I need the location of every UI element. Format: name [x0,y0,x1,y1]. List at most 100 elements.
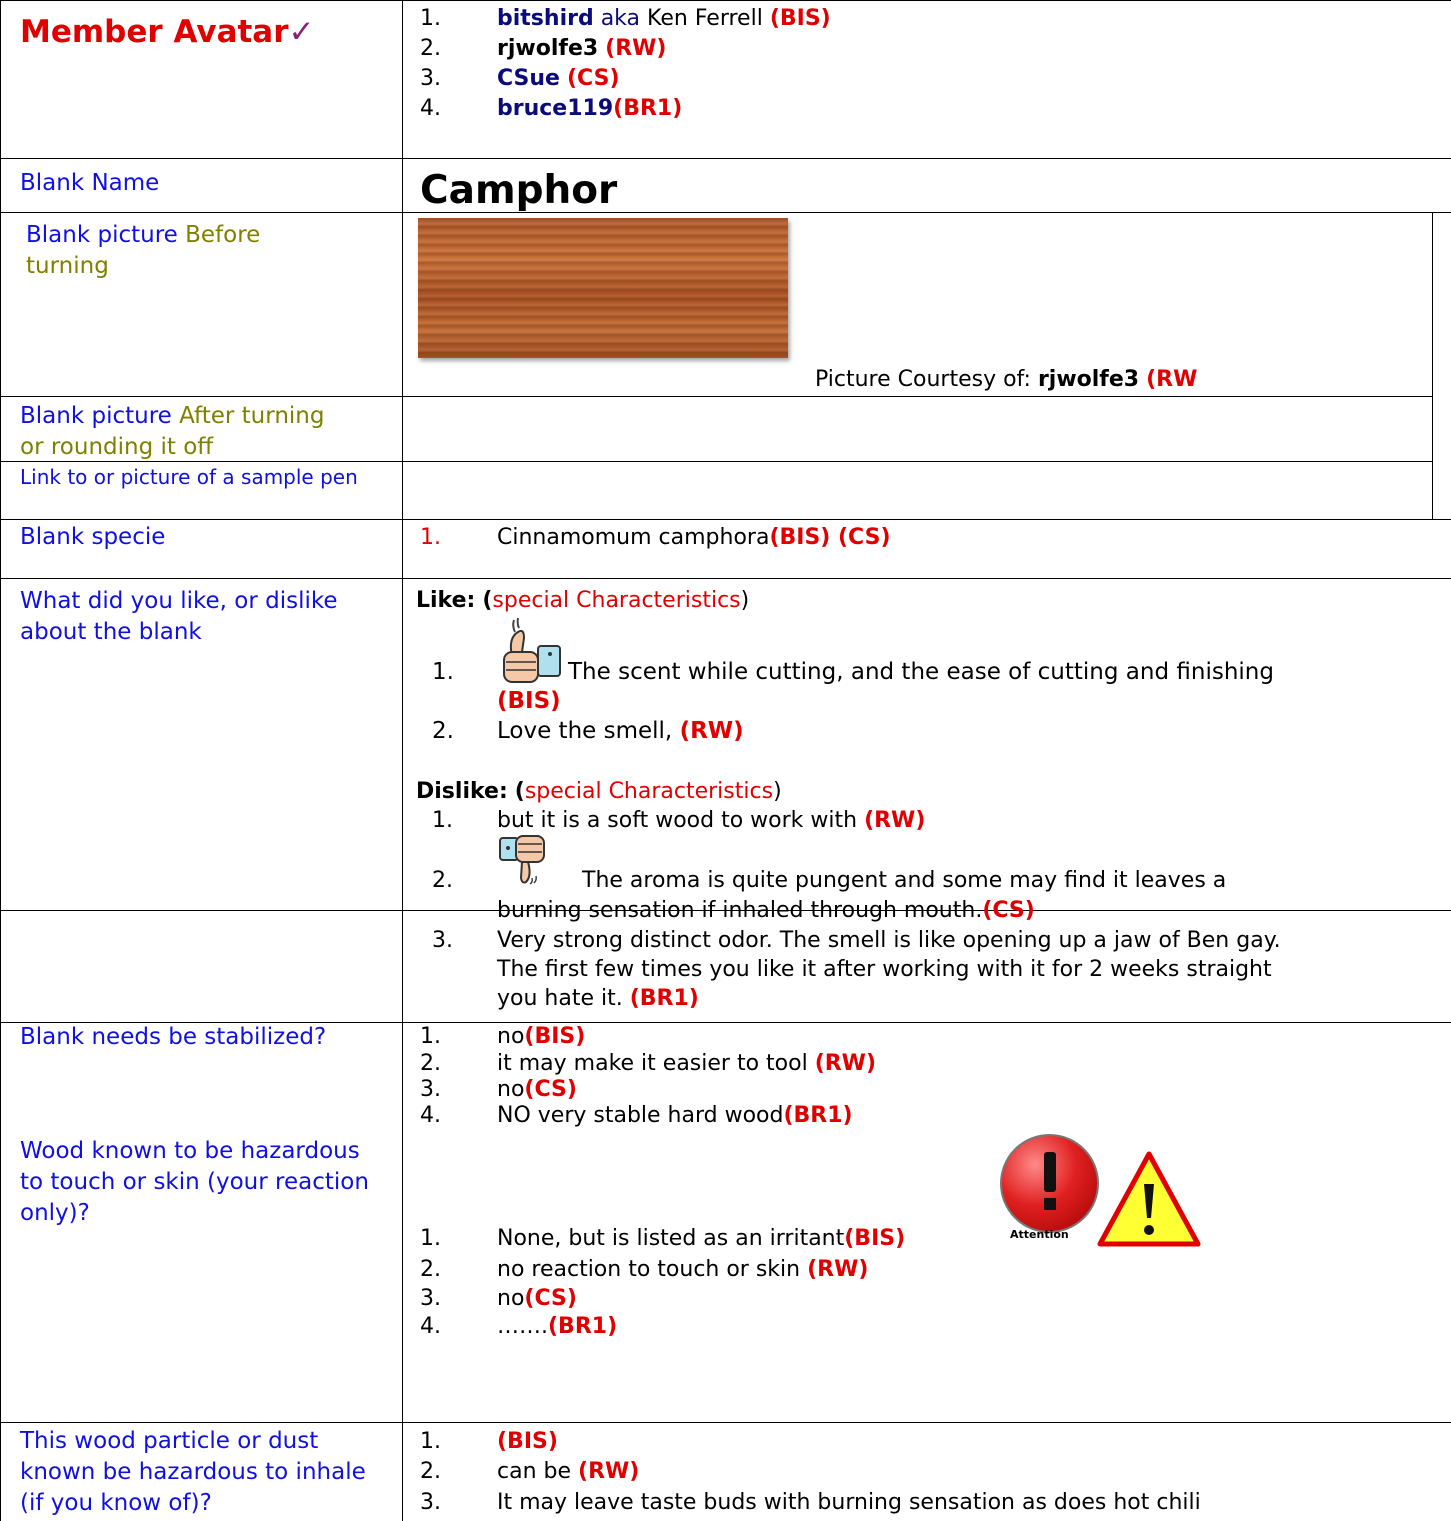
paren: ( [482,588,493,613]
member-real-name: Ken Ferrell [647,6,763,31]
courtesy-name: rjwolfe3 [1037,367,1140,392]
item-text: It may leave taste buds with burning sen… [497,1490,1201,1515]
item-text: can be [497,1459,579,1484]
hazard-touch-item: None, but is listed as an irritant(BIS) [497,1224,905,1254]
row-divider [0,0,1451,1]
list-number: 2. [420,1459,441,1484]
list-number: 3. [420,66,441,91]
list-number: 3. [420,1490,441,1515]
wood-blank-image [418,218,788,358]
label-part: Blank picture [20,403,172,429]
dislike-item-text: burning sensation if inhaled through mou… [497,898,983,923]
item-tag: (RW) [814,1051,877,1076]
member-tag: (BIS) [769,6,831,31]
label-sample-pen: Link to or picture of a sample pen [20,465,358,489]
list-number: 4. [420,96,441,121]
hazard-touch-item: no(CS) [497,1284,577,1314]
label-part: or rounding it off [20,434,214,460]
member-entry: bruce119(BR1) [497,94,682,124]
paren: ) [773,779,782,804]
attention-label: Attention [1010,1228,1069,1241]
like-item-text: The scent while cutting, and the ease of… [568,659,1274,685]
member-entry: CSue (CS) [497,64,620,94]
stabilized-item: NO very stable hard wood(BR1) [497,1101,853,1131]
label-hazard-inhale: This wood particle or dust known be haza… [20,1428,366,1516]
hazard-inhale-item: can be (RW) [497,1457,639,1487]
stabilized-item: no(BIS) [497,1022,585,1052]
member-tag: (RW) [605,36,667,61]
dislike-item-tag: (RW) [864,808,926,833]
row-divider [0,1422,1451,1423]
list-number: 1. [420,525,441,550]
member-username: CSue [497,66,560,91]
specie-value: Cinnamomum camphora(BIS) (CS) [497,523,891,553]
like-item: Love the smell, (RW) [497,716,744,746]
item-text: NO very stable hard wood [497,1103,784,1128]
dislike-item-text: The first few times you like it after wo… [497,957,1272,982]
label-like-dislike: What did you like, or dislike about the … [20,588,338,645]
warning-triangle-icon [1097,1151,1201,1247]
item-tag: (BR1) [548,1314,618,1339]
hazard-inhale-item: (BIS) [497,1427,558,1457]
label-part: turning [26,253,109,279]
list-number: 2. [432,718,454,744]
item-text: it may make it easier to tool [497,1051,815,1076]
label-hazard-touch: Wood known to be hazardous to touch or s… [20,1138,369,1226]
specie-text: Cinnamomum camphora [497,525,770,550]
list-number: 2. [420,36,441,61]
member-entry: bitshird aka Ken Ferrell (BIS) [497,4,831,34]
label-part: Blank picture [26,222,178,248]
item-text: no [497,1077,525,1102]
dislike-label: Dislike: [416,779,508,804]
item-tag: (BR1) [783,1103,853,1128]
courtesy-tag: (RW [1146,367,1198,392]
picture-courtesy: Picture Courtesy of: rjwolfe3 (RW [815,365,1197,395]
attention-exclamation [1044,1152,1056,1210]
dislike-item-cont: burning sensation if inhaled through mou… [497,896,1035,926]
like-item-tag: (RW) [679,718,744,744]
list-number: 1. [420,1226,441,1251]
item-tag: (RW) [807,1257,869,1282]
column-divider [402,0,403,1521]
list-number: 1. [432,659,454,685]
list-number: 2. [432,868,453,893]
member-username: bruce119 [497,96,614,121]
member-avatar-label: Member Avatar [20,14,289,50]
list-number: 1. [420,1024,441,1049]
like-item-tag: (BIS) [497,688,561,714]
like-heading: Like: (special Characteristics) [416,586,749,616]
label-picture-before: Blank picture Before turning [26,220,396,282]
label-part: After turning [179,403,325,429]
member-username: rjwolfe3 [497,36,599,61]
item-tag: (CS) [524,1286,577,1311]
list-number: 1. [432,808,453,833]
member-username: bitshird [497,6,594,31]
label-blank-name: Blank Name [20,170,160,196]
column-divider [1432,212,1433,519]
like-label: Like: [416,588,476,613]
item-tag: (BIS) [497,1429,558,1454]
dislike-item-text: you hate it. [497,986,623,1011]
specie-tags: (BIS) (CS) [769,525,891,550]
item-text: no [497,1286,525,1311]
item-text: no [497,1024,525,1049]
member-tag: (CS) [566,66,620,91]
dislike-item-tag: (CS) [982,898,1035,923]
item-tag: (CS) [524,1077,577,1102]
item-tag: (BIS) [524,1024,586,1049]
dislike-item-text: Very strong distinct odor. The smell is … [497,928,1281,953]
checkmark-icon: ✓ [288,14,315,50]
paren: ) [740,588,750,613]
label-stabilized: Blank needs be stabilized? [20,1024,327,1050]
item-tag: (RW) [578,1459,640,1484]
list-number: 1. [420,1429,441,1454]
document-page: Member Avatar✓ 1. bitshird aka Ken Ferre… [0,0,1451,1521]
label-specie: Blank specie [20,524,166,550]
item-tag: (BIS) [844,1226,906,1251]
hazard-touch-item: no reaction to touch or skin (RW) [497,1255,868,1285]
column-divider [0,0,1,1521]
list-number: 3. [432,928,453,953]
label-picture-after: Blank picture After turning or rounding i… [20,401,390,463]
list-number: 1. [420,6,441,31]
thumbs-up-icon [503,617,561,683]
